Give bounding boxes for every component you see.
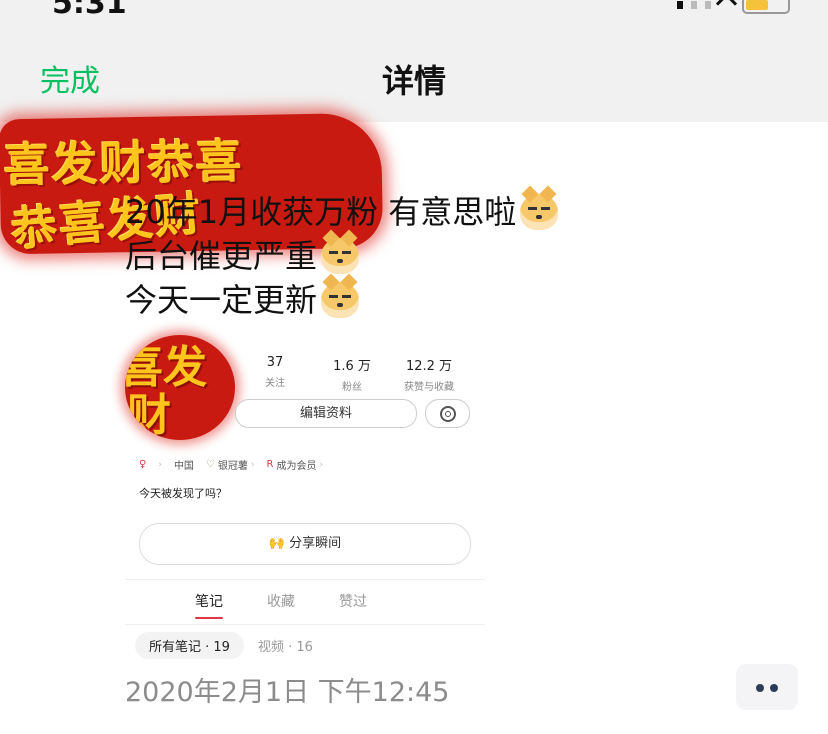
more-dots-icon [756,684,764,692]
stat-followers[interactable]: 1.6 万 粉丝 [312,355,392,393]
doge-emoji-icon [321,238,360,274]
profile-bio: 今天被发现了吗？ [139,487,227,500]
stat-label: 关注 [265,378,285,389]
gender-icon: ♀ [139,459,147,470]
edit-profile-button[interactable]: 编辑资料 [235,399,417,428]
gear-icon [440,406,456,422]
battery-icon [742,0,790,14]
stat-value: 37 [266,355,284,370]
chevron-right-icon: › [319,459,324,470]
post-timestamp: 2020年2月1日 下午12:45 [125,677,450,708]
avatar: 喜发 财 [125,335,235,440]
stat-likes[interactable]: 12.2 万 获赞与收藏 [389,355,469,393]
profile-tags: ♀ › 中国 ♡ 银冠薯 › R 成为会员 › [139,457,323,472]
status-time: 5:31 [52,0,127,21]
medal-icon: ♡ [205,459,215,470]
page-title: 详情 [381,62,446,100]
tag-location[interactable]: 中国 [174,457,194,472]
chevron-right-icon: › [250,459,255,470]
tag-membership[interactable]: R 成为会员 › [267,457,324,472]
more-options-button[interactable] [736,664,798,710]
settings-button[interactable] [425,399,470,428]
caption-line: 今天一定更新 [125,278,558,322]
signal-icon [677,1,683,9]
status-icons [677,0,790,14]
member-r-icon: R [266,459,274,470]
signal-bar-dim [705,1,711,9]
status-bar: 5:31 [0,0,828,30]
tag-level[interactable]: ♡ 银冠薯 › [206,457,255,472]
doge-emoji-icon [520,194,559,230]
notes-filter: 所有笔记 · 19 视频 · 16 [135,632,313,659]
signal-bar-dim [691,1,697,9]
avatar-text-2: 财 [127,390,171,440]
stat-following[interactable]: 37 关注 [235,355,315,389]
post-caption: 20年1月收获万粉 有意思啦 后台催更严重 今天一定更新 [125,190,559,322]
caption-line: 20年1月收获万粉 有意思啦 [125,190,559,234]
stat-value: 1.6 万 [333,359,371,374]
tab-liked[interactable]: 赞过 [339,591,367,611]
filter-all-notes[interactable]: 所有笔记 · 19 [135,632,244,659]
divider [125,579,485,580]
filter-videos[interactable]: 视频 · 16 [258,636,313,655]
caption-line: 后台催更严重 [125,234,558,278]
divider [125,624,485,625]
stat-value: 12.2 万 [405,359,453,374]
more-dots-icon [770,684,778,692]
tab-collections[interactable]: 收藏 [267,591,295,611]
wifi-icon [715,0,738,14]
nav-bar: 完成 详情 [0,30,828,122]
doge-emoji-icon [321,282,360,318]
pray-hands-icon: 🙌 [268,536,286,551]
stat-label: 获赞与收藏 [404,382,454,393]
profile-screenshot: 喜发 财 37 关注 1.6 万 粉丝 12.2 万 获赞与收藏 编辑资料 ♀ … [125,335,485,670]
tab-notes[interactable]: 笔记 [195,591,223,619]
chevron-right-icon: › [158,459,162,470]
share-moment-button[interactable]: 🙌 分享瞬间 [139,523,471,565]
profile-tabs: 笔记 收藏 赞过 [195,591,367,619]
stat-label: 粉丝 [342,382,362,393]
